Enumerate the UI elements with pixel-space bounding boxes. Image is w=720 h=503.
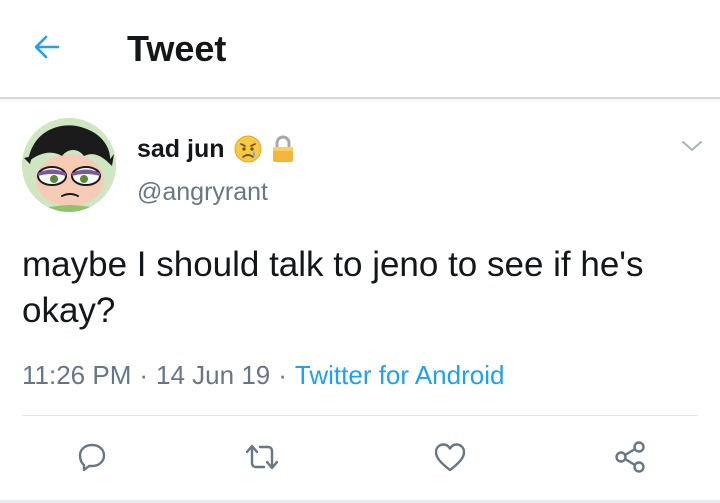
worried-tear-face-icon: [234, 135, 262, 163]
more-options-button[interactable]: [680, 137, 704, 155]
divider: [22, 415, 698, 416]
tweet-source-link[interactable]: Twitter for Android: [295, 360, 505, 391]
meta-separator: ·: [139, 360, 149, 390]
page-title: Tweet: [127, 28, 227, 69]
display-name: sad jun: [137, 134, 225, 163]
reply-button[interactable]: [72, 437, 112, 477]
back-button[interactable]: [32, 32, 62, 62]
tweet-meta: 11:26 PM · 14 Jun 19 · Twitter for Andro…: [22, 360, 504, 391]
display-name-row[interactable]: sad jun: [137, 132, 295, 166]
arrow-left-icon: [34, 35, 60, 59]
retweet-button[interactable]: [242, 437, 282, 477]
lock-icon: [272, 135, 293, 162]
tweet-text: maybe I should talk to jeno to see if he…: [22, 245, 644, 330]
meta-separator: ·: [278, 360, 287, 390]
like-button[interactable]: [430, 437, 470, 477]
reply-icon: [78, 443, 106, 472]
share-button[interactable]: [610, 437, 650, 477]
chevron-down-icon: [682, 141, 702, 151]
tweet-time: 11:26 PM: [22, 360, 132, 390]
top-app-bar: Tweet: [0, 0, 720, 99]
avatar-image: [22, 118, 116, 212]
heart-icon: [434, 443, 466, 472]
tweet-date: 14 Jun 19: [156, 360, 271, 390]
share-icon: [615, 441, 645, 473]
avatar[interactable]: [22, 118, 116, 212]
retweet-icon: [245, 444, 279, 470]
user-handle[interactable]: @angryrant: [137, 178, 268, 207]
